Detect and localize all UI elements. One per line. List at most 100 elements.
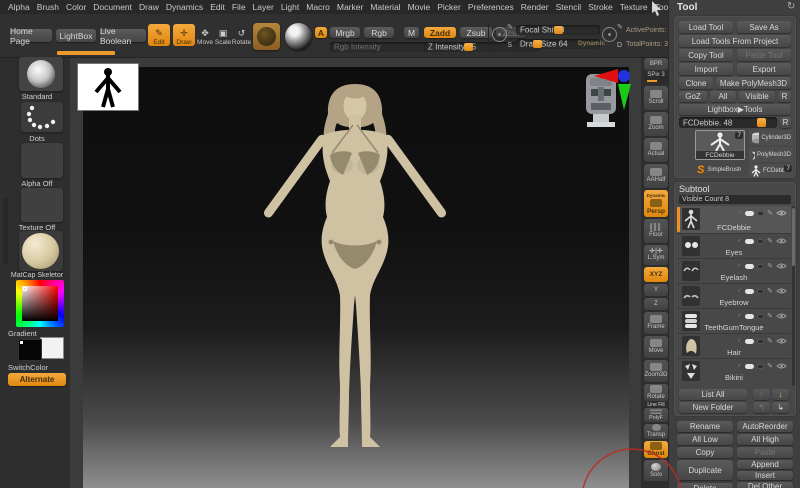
mrgb-button[interactable]: Mrgb [330,27,360,38]
autoreorder-button[interactable]: AutoReorder [737,421,793,432]
copy-subtool-button[interactable]: Copy [677,447,733,458]
eye-icon[interactable] [776,362,787,370]
draw-size-handle[interactable] [533,40,542,48]
texture-thumbnail[interactable] [21,188,63,222]
polypaint-toggle[interactable] [745,211,754,216]
menu-item-edit[interactable]: Edit [210,2,225,12]
menu-item-light[interactable]: Light [281,2,299,12]
xyz-symmetry-button[interactable]: XYZ [644,267,668,282]
import-button[interactable]: Import [679,63,733,75]
menu-item-draw[interactable]: Draw [139,2,159,12]
subtool-row-eyebrow[interactable]: ✓✎ Eyebrow [677,284,791,309]
tool-slider-handle[interactable] [757,118,766,127]
menu-item-brush[interactable]: Brush [37,2,59,12]
r-button[interactable]: R [778,91,791,102]
clone-button[interactable]: Clone [679,77,713,89]
menu-item-picker[interactable]: Picker [437,2,461,12]
bpr-button[interactable]: BPR [644,58,668,70]
dynamic-mode-label[interactable]: Dynamic [578,40,604,49]
move-down-button[interactable]: ↓ [772,389,789,400]
all-button[interactable]: All [710,91,736,102]
rgb-button[interactable]: Rgb [364,27,394,38]
floor-button[interactable]: Floor [644,219,668,243]
focal-shift-handle[interactable] [554,26,563,34]
menu-item-dynamics[interactable]: Dynamics [166,2,203,12]
goz-button[interactable]: GoZ [679,91,707,102]
y-symmetry-button[interactable]: Y [644,284,668,296]
alternate-button[interactable]: Alternate [8,373,66,386]
uv-toggle[interactable] [757,289,764,294]
material-auto-toggle[interactable]: A [315,27,327,38]
list-all-button[interactable]: List All [679,389,747,400]
new-folder-button[interactable]: New Folder [679,402,747,413]
polypaint-toggle[interactable] [745,239,754,244]
append-button[interactable]: Append [737,460,793,469]
main-color-swatch[interactable] [18,339,42,361]
z-symmetry-button[interactable]: Z [644,298,668,310]
tray-divider-handle[interactable] [3,198,8,264]
r-button-2[interactable]: R [780,117,791,128]
delete-button[interactable]: Delete [677,483,733,488]
uv-toggle[interactable] [757,314,764,319]
current-material-button[interactable] [285,23,312,50]
color-picker[interactable] [16,280,64,327]
current-brush-button[interactable] [253,23,280,50]
tool-quicksave-slider[interactable]: FCDebbie. 48 [679,117,777,128]
ghost-button[interactable]: Ghost [644,441,668,458]
subtool-row-fcdebbie[interactable]: ✓✎ FCDebbie [677,206,791,234]
all-high-button[interactable]: All High [737,434,793,445]
move-to-bottom-button[interactable]: ↳ [772,402,789,413]
uv-toggle[interactable] [757,364,764,369]
subtool-row-teethgumtongue[interactable]: ✓✎ TeethGumTongue [677,309,791,334]
paste-tool-button[interactable]: Paste Tool [737,49,791,61]
document-preview-thumbnail[interactable] [78,64,138,110]
axis-gizmo[interactable] [594,66,642,116]
menu-item-preferences[interactable]: Preferences [468,2,514,12]
menu-item-material[interactable]: Material [370,2,400,12]
fcdebbie-small-thumbnail[interactable]: FCDebbie 7 [749,164,793,178]
menu-item-movie[interactable]: Movie [408,2,431,12]
focal-shift-slider[interactable]: Focal Shift 0 [516,25,600,35]
alpha-thumbnail[interactable] [21,143,63,178]
aahalf-button[interactable]: AAHalf [644,164,668,188]
rename-button[interactable]: Rename [677,421,733,432]
menu-item-texture[interactable]: Texture [620,2,648,12]
copy-tool-button[interactable]: Copy Tool [679,49,733,61]
subtool-row-eyes[interactable]: ✓✎ Eyes [677,234,791,259]
live-boolean-button[interactable]: Live Boolean [100,29,146,42]
polypaint-toggle[interactable] [745,289,754,294]
eye-icon[interactable] [776,209,787,217]
eye-icon[interactable] [776,237,787,245]
move-to-top-button[interactable]: ↰ [753,402,770,413]
transp-button[interactable]: Transp [644,424,668,439]
rotate-button[interactable]: ↺ Rotate [233,25,250,46]
lightbox-button[interactable]: LightBox [56,29,96,42]
menu-item-stroke[interactable]: Stroke [588,2,613,12]
document-viewport[interactable] [83,67,629,488]
make-polymesh3d-button[interactable]: Make PolyMesh3D [716,77,791,89]
canvas-area[interactable] [70,58,643,488]
eye-icon[interactable] [776,337,787,345]
brush-thumbnail[interactable] [19,57,63,91]
menu-item-render[interactable]: Render [521,2,549,12]
load-tool-button[interactable]: Load Tool [679,21,733,33]
stroke-thumbnail[interactable] [21,102,63,132]
draw-button[interactable]: ✛ Draw [173,24,195,46]
lightbox-tools-button[interactable]: Lightbox▶Tools [679,104,791,115]
lightbox-tray-indicator[interactable] [57,51,115,55]
material-thumbnail[interactable] [19,231,63,271]
export-button[interactable]: Export [737,63,791,75]
move-view-button[interactable]: Move [644,336,668,358]
uv-toggle[interactable] [757,211,764,216]
load-tools-from-project-button[interactable]: Load Tools From Project [679,35,791,47]
color-picker-square[interactable] [22,286,58,321]
uv-toggle[interactable] [757,239,764,244]
visible-count-slider[interactable]: Visible Count 8 [679,195,791,204]
polypaint-toggle[interactable] [745,264,754,269]
zoom3d-button[interactable]: Zoom3D [644,360,668,382]
simplebrush-thumbnail[interactable]: S SimpleBrush [695,162,745,177]
tool-panel-title[interactable]: Tool [677,2,697,13]
polypaint-toggle[interactable] [745,339,754,344]
eye-icon[interactable] [776,287,787,295]
zadd-button[interactable]: Zadd [424,27,456,38]
